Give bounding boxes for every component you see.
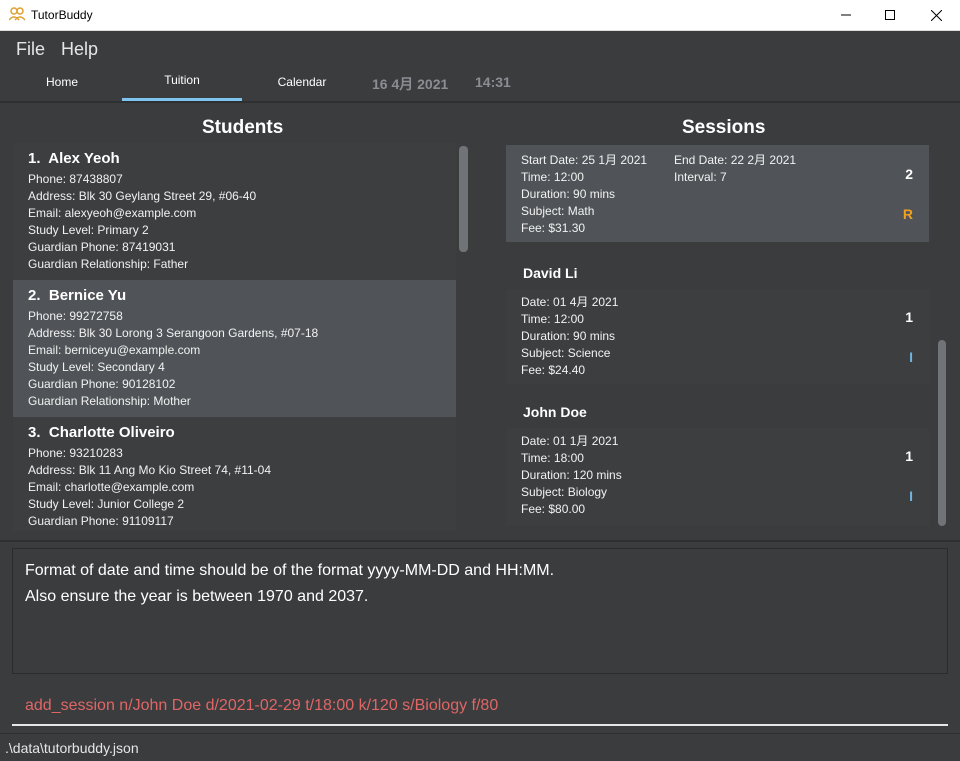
session-duration: Duration: 120 mins <box>521 468 622 482</box>
student-name: 1. Alex Yeoh <box>28 150 456 167</box>
minimize-icon <box>841 14 851 16</box>
student-index: 2. <box>28 287 41 304</box>
student-name: 2. Bernice Yu <box>28 287 456 304</box>
student-address: Address: Blk 11 Ang Mo Kio Street 74, #1… <box>28 463 272 477</box>
session-subject: Subject: Math <box>521 204 595 218</box>
session-subject: Subject: Science <box>521 346 611 360</box>
menu-bar: File Help <box>0 31 960 65</box>
session-fee: Fee: $80.00 <box>521 502 586 516</box>
student-name-text: Charlotte Oliveiro <box>48 424 175 441</box>
session-end-date: End Date: 22 2月 2021 <box>674 153 797 167</box>
data-file-path: .\data\tutorbuddy.json <box>5 740 139 756</box>
student-guardian-relationship: Guardian Relationship: Mother <box>28 394 191 408</box>
session-date: Date: 01 4月 2021 <box>521 295 619 309</box>
session-type-badge: I <box>909 488 913 504</box>
session-card[interactable]: Date: 01 1月 2021 Time: 18:00 Duration: 1… <box>506 428 929 525</box>
session-time: Time: 12:00 <box>521 170 584 184</box>
students-scrollbar[interactable] <box>459 146 468 252</box>
minimize-button[interactable] <box>823 0 869 30</box>
session-count: 1 <box>905 448 913 464</box>
session-duration: Duration: 90 mins <box>521 187 616 201</box>
tab-tuition[interactable]: Tuition <box>122 65 242 101</box>
maximize-icon <box>885 10 895 20</box>
session-interval: Interval: 7 <box>674 170 727 184</box>
student-email: Email: charlotte@example.com <box>28 480 195 494</box>
students-title: Students <box>202 117 284 138</box>
close-icon <box>930 9 942 21</box>
session-owner-name: John Doe <box>523 404 587 420</box>
command-box[interactable]: add_session n/John Doe d/2021-02-29 t/18… <box>12 688 948 726</box>
student-card[interactable]: 1. Alex Yeoh Phone: 87438807 Address: Bl… <box>13 143 456 280</box>
session-count: 1 <box>905 309 913 325</box>
close-button[interactable] <box>913 0 959 30</box>
session-date: Date: 01 1月 2021 <box>521 434 619 448</box>
recurring-session-card[interactable]: Start Date: 25 1月 2021 End Date: 22 2月 2… <box>506 145 929 242</box>
result-message-line: Also ensure the year is between 1970 and… <box>25 588 369 605</box>
student-name-text: Bernice Yu <box>48 287 127 304</box>
session-card[interactable]: Date: 01 4月 2021 Time: 12:00 Duration: 9… <box>506 289 929 384</box>
student-phone: Phone: 99272758 <box>28 309 123 323</box>
sessions-list[interactable]: Start Date: 25 1月 2021 End Date: 22 2月 2… <box>506 145 930 525</box>
student-email: Email: berniceyu@example.com <box>28 343 201 357</box>
student-study-level: Study Level: Junior College 2 <box>28 497 185 511</box>
student-index: 1. <box>28 150 41 167</box>
session-time: Time: 12:00 <box>521 312 584 326</box>
student-guardian-phone: Guardian Phone: 90128102 <box>28 377 176 391</box>
result-display: Format of date and time should be of the… <box>12 548 948 674</box>
result-message-line: Format of date and time should be of the… <box>25 562 555 579</box>
session-count: 2 <box>905 166 913 182</box>
student-guardian-phone: Guardian Phone: 87419031 <box>28 240 176 254</box>
status-bar: .\data\tutorbuddy.json <box>0 733 960 761</box>
student-card[interactable]: 2. Bernice Yu Phone: 99272758 Address: B… <box>13 280 456 417</box>
student-index: 3. <box>28 424 41 441</box>
session-type-badge: I <box>909 349 913 365</box>
sessions-title: Sessions <box>682 117 766 138</box>
tabs-divider <box>0 101 960 103</box>
student-address: Address: Blk 30 Geylang Street 29, #06-4… <box>28 189 257 203</box>
menu-help[interactable]: Help <box>61 39 98 60</box>
command-input[interactable]: add_session n/John Doe d/2021-02-29 t/18… <box>25 697 498 715</box>
session-owner-name: David Li <box>523 265 578 281</box>
maximize-button[interactable] <box>867 0 913 30</box>
tab-bar: Home Tuition Calendar 16 4月 2021 14:31 <box>0 65 960 102</box>
session-fee: Fee: $24.40 <box>521 363 586 377</box>
window-title: TutorBuddy <box>31 8 93 22</box>
session-start-date: Start Date: 25 1月 2021 <box>521 153 648 167</box>
session-type-badge: R <box>902 206 913 222</box>
student-study-level: Study Level: Primary 2 <box>28 223 149 237</box>
session-duration: Duration: 90 mins <box>521 329 616 343</box>
current-date: 16 4月 2021 <box>372 76 449 92</box>
student-phone: Phone: 87438807 <box>28 172 123 186</box>
session-time: Time: 18:00 <box>521 451 584 465</box>
student-address: Address: Blk 30 Lorong 3 Serangoon Garde… <box>28 326 319 340</box>
student-phone: Phone: 93210283 <box>28 446 123 460</box>
student-name: 3. Charlotte Oliveiro <box>28 424 456 441</box>
session-fee: Fee: $31.30 <box>521 221 586 235</box>
student-name-text: Alex Yeoh <box>48 150 120 167</box>
student-study-level: Study Level: Secondary 4 <box>28 360 165 374</box>
app-logo-icon <box>9 7 25 21</box>
sessions-scrollbar[interactable] <box>938 340 946 526</box>
student-guardian-relationship: Guardian Relationship: Father <box>28 257 189 271</box>
tab-home[interactable]: Home <box>2 65 122 101</box>
current-time: 14:31 <box>475 74 511 90</box>
title-bar: TutorBuddy <box>0 0 960 31</box>
session-subject: Subject: Biology <box>521 485 608 499</box>
menu-file[interactable]: File <box>16 39 45 60</box>
tab-calendar[interactable]: Calendar <box>242 65 362 101</box>
student-email: Email: alexyeoh@example.com <box>28 206 197 220</box>
panel-divider <box>0 540 960 542</box>
student-card[interactable]: 3. Charlotte Oliveiro Phone: 93210283 Ad… <box>13 417 456 531</box>
students-list[interactable]: 1. Alex Yeoh Phone: 87438807 Address: Bl… <box>13 143 456 531</box>
student-guardian-phone: Guardian Phone: 91109117 <box>28 514 174 528</box>
